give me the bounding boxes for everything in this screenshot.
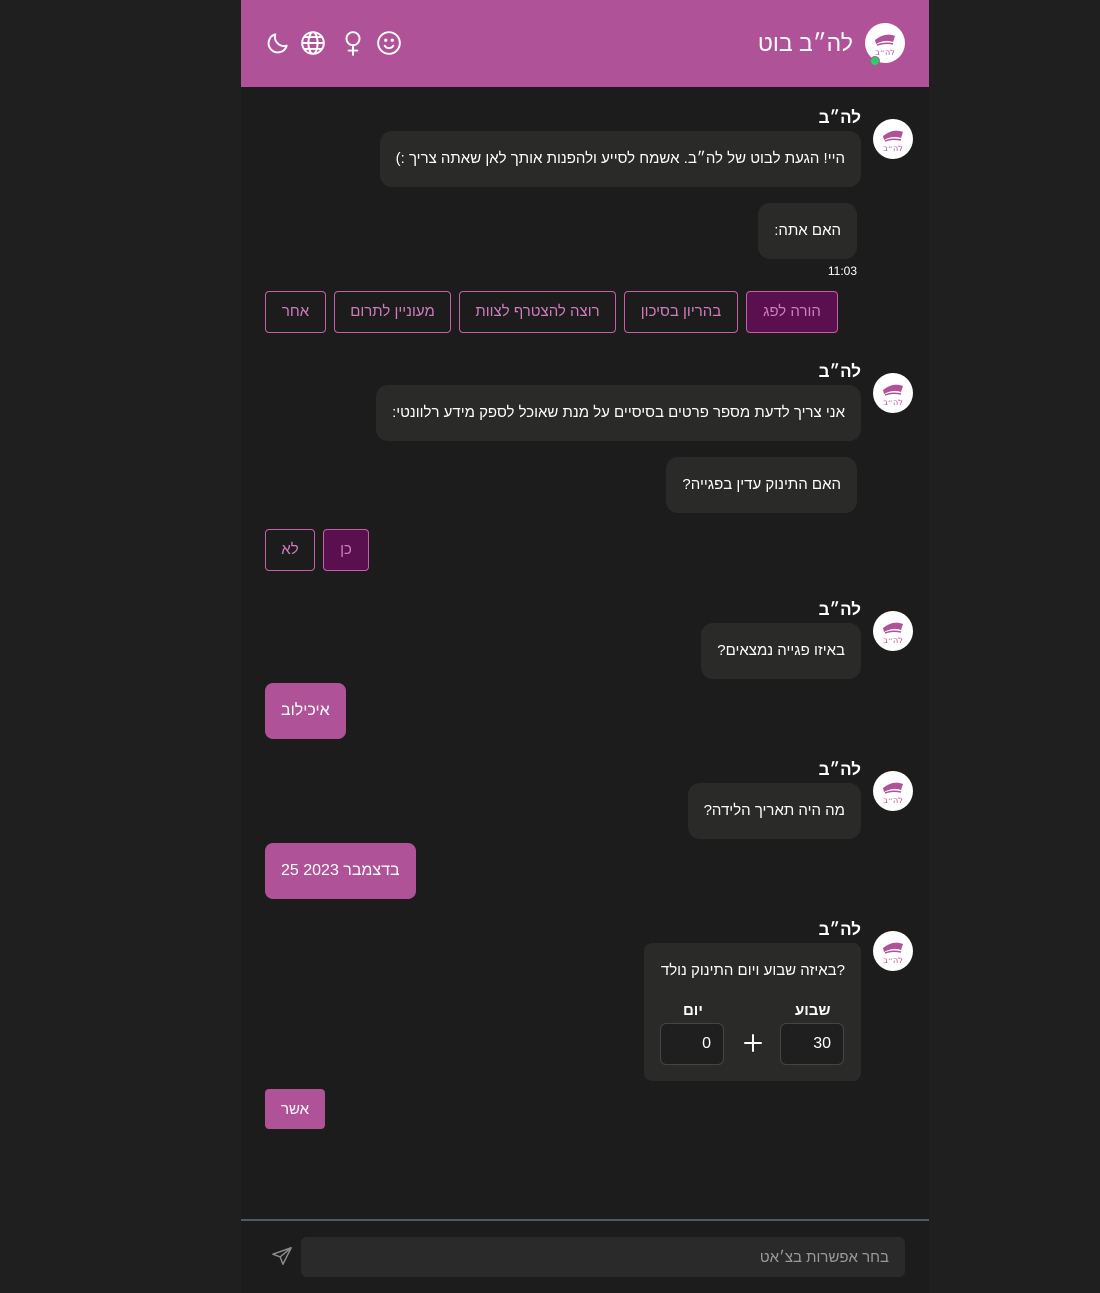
day-input[interactable] (660, 1023, 724, 1065)
bot-message: האם אתה: (758, 203, 857, 259)
bot-name-label: לה״ב (818, 760, 861, 779)
bot-avatar: לה״ב (873, 931, 913, 971)
moon-icon[interactable] (265, 30, 291, 56)
chat-title: לה״ב בוט (757, 30, 853, 56)
smiley-icon[interactable] (376, 30, 402, 56)
chat-header: לה״ב בוט לה״ב (241, 0, 929, 87)
svg-text:לה״ב: לה״ב (883, 956, 903, 965)
option-high-risk-pregnancy[interactable]: בהריון בסיכון (624, 291, 738, 333)
message-timestamp: 11:03 (827, 264, 857, 278)
send-icon[interactable] (271, 1245, 293, 1267)
female-icon[interactable] (340, 30, 366, 56)
option-no[interactable]: לא (265, 529, 315, 571)
bot-avatar: לה״ב (873, 373, 913, 413)
option-other[interactable]: אחר (265, 291, 326, 333)
bot-message: באיזו פגייה נמצאים? (701, 623, 861, 679)
week-input[interactable] (780, 1023, 844, 1065)
svg-text:לה״ב: לה״ב (883, 636, 903, 645)
svg-text:לה״ב: לה״ב (883, 398, 903, 407)
bot-name-label: לה״ב (818, 920, 861, 939)
bot-message: מה היה תאריך הלידה? (687, 783, 861, 839)
week-label: שבוע (795, 1002, 831, 1019)
option-join-team[interactable]: רוצה להצטרף לצוות (459, 291, 616, 333)
confirm-button[interactable]: אשר (265, 1089, 325, 1129)
day-label: יום (683, 1002, 703, 1019)
bot-name-label: לה״ב (818, 600, 861, 619)
bot-avatar: לה״ב (873, 611, 913, 651)
chat-input[interactable] (301, 1237, 905, 1277)
plus-icon (744, 1034, 762, 1052)
user-message: איכילוב (265, 683, 346, 739)
gestational-age-form: באיזה שבוע ויום התינוק נולד? שבוע יום (644, 943, 861, 1081)
composer-divider (241, 1219, 929, 1221)
form-question: באיזה שבוע ויום התינוק נולד? (660, 962, 845, 979)
option-donate[interactable]: מעוניין לתרום (334, 291, 451, 333)
bot-name-label: לה״ב (818, 108, 861, 127)
bot-name-label: לה״ב (818, 362, 861, 381)
option-yes[interactable]: כן (323, 529, 369, 571)
bot-message: היי! הגעת לבוט של לה״ב. אשמח לסייע ולהפנ… (379, 131, 861, 187)
bot-message: אני צריך לדעת מספר פרטים בסיסיים על מנת … (376, 385, 861, 441)
bot-message: האם התינוק עדין בפגייה? (666, 457, 857, 513)
option-parent[interactable]: הורה לפג (746, 291, 838, 333)
online-status-dot (870, 56, 880, 66)
globe-icon[interactable] (300, 30, 326, 56)
bot-avatar: לה״ב (873, 119, 913, 159)
svg-text:לה״ב: לה״ב (875, 48, 895, 57)
user-message: 25 בדצמבר 2023 (265, 843, 416, 899)
chat-window: לה״ב בוט לה״ב לה״ב לה״ב היי! הגעת לבוט ש… (241, 0, 929, 1293)
svg-text:לה״ב: לה״ב (883, 796, 903, 805)
svg-text:לה״ב: לה״ב (883, 144, 903, 153)
bot-avatar: לה״ב (873, 771, 913, 811)
